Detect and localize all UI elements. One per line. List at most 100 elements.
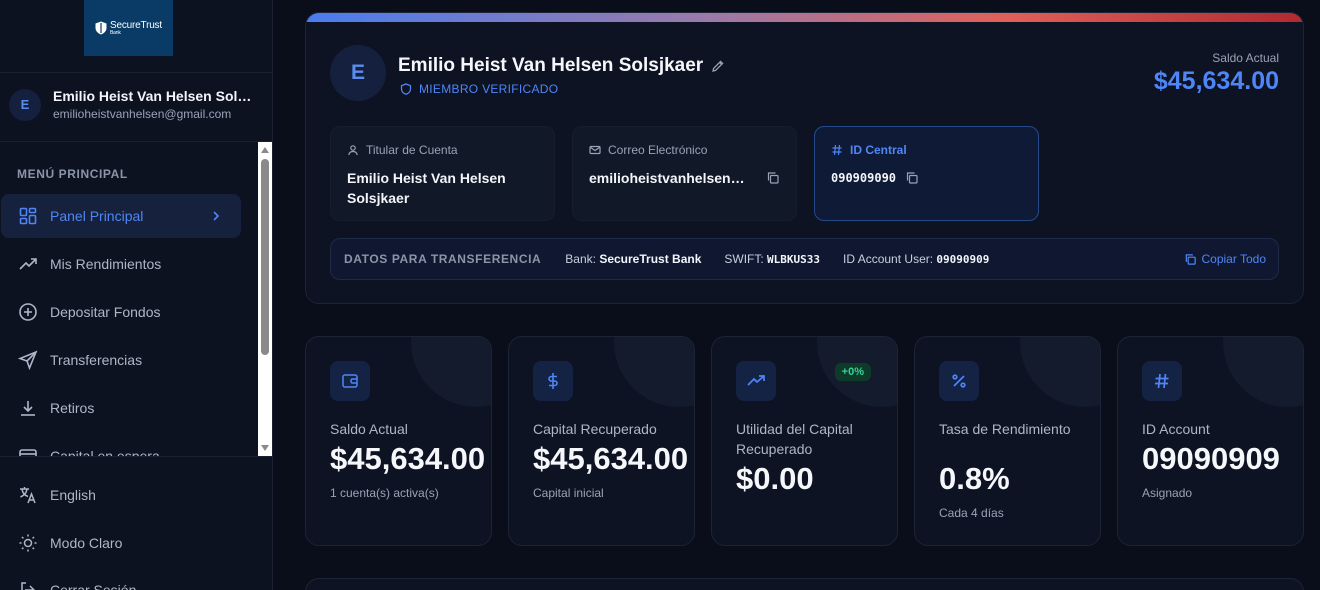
logout-icon [21,582,36,590]
info-label: Titular de Cuenta [347,143,538,157]
transfer-swift: SWIFT: WLBKUS33 [724,252,821,266]
stat-sub: 1 cuenta(s) activa(s) [330,486,439,500]
hash-icon [832,144,842,156]
stat-icon-box [1142,361,1182,401]
trending-up-icon [747,375,765,386]
email-value-row: emilioheistvanhelsen@gmail.com [589,168,780,188]
percent-icon [952,374,966,388]
translate-icon [20,487,36,504]
sidebar-user-name: Emilio Heist Van Helsen Solsjkaer [53,88,253,104]
stat-value: 09090909 [1142,441,1280,476]
dollar-icon [548,373,558,389]
sidebar-item-capital-en-espera[interactable]: Capital en espera [1,434,241,456]
account-holder-box: Titular de Cuenta Emilio Heist Van Helse… [330,126,555,221]
info-label: ID Central [831,143,1022,157]
menu-scrollbar[interactable] [258,142,272,456]
profile-name: Emilio Heist Van Helsen Solsjkaer [398,55,725,77]
edit-pencil-icon[interactable] [711,59,725,73]
stat-icon-box [736,361,776,401]
sidebar-item-label: Transferencias [50,352,143,368]
avatar: E [9,88,41,121]
next-section-card [305,578,1304,590]
stat-icon-box [533,361,573,401]
account-holder-value: Emilio Heist Van Helsen Solsjkaer [347,170,506,206]
stat-card-id-account: ID Account 09090909 Asignado [1117,336,1304,546]
profile-name-text: Emilio Heist Van Helsen Solsjkaer [398,55,704,76]
sidebar-item-depositar-fondos[interactable]: Depositar Fondos [1,290,241,334]
stat-icon-box [330,361,370,401]
stat-card-tasa-rendimiento: Tasa de Rendimiento 0.8% Cada 4 días [914,336,1101,546]
stat-label: Utilidad del Capital Recuperado [736,421,853,457]
central-id-value: 090909090 [831,171,897,185]
shield-logo-icon [95,21,107,35]
sidebar-item-label: Depositar Fondos [50,304,161,320]
scroll-up-icon[interactable] [261,147,269,153]
chevron-right-icon [213,211,220,221]
email-value: emilioheistvanhelsen@gmail.com [589,170,757,186]
plus-circle-icon [19,303,37,321]
gradient-accent-bar [306,13,1303,22]
sidebar-item-retiros[interactable]: Retiros [1,386,241,430]
send-icon [18,350,38,370]
transfer-account: ID Account User: 09090909 [843,252,990,266]
scroll-thumb[interactable] [261,159,269,355]
verified-label: MIEMBRO VERIFICADO [419,82,559,96]
stat-label: Saldo Actual [330,421,408,437]
menu-title: MENÚ PRINCIPAL [17,167,128,181]
language-button[interactable]: English [18,485,96,505]
transfer-data-bar: DATOS PARA TRANSFERENCIA Bank: SecureTru… [330,238,1279,280]
divider [0,72,272,73]
brand-logo[interactable]: SecureTrust Bank [84,0,173,56]
user-icon [348,145,358,156]
trending-up-icon [19,258,37,270]
stat-sub: Capital inicial [533,486,604,500]
email-box: Correo Electrónico emilioheistvanhelsen@… [572,126,797,221]
decorative-circle [1223,337,1303,407]
copy-icon[interactable] [905,171,919,185]
stat-value: $0.00 [736,461,814,496]
sidebar-item-label: Retiros [50,400,95,416]
download-icon [21,401,35,416]
avatar: E [330,45,386,101]
divider [0,456,272,457]
brand-name: SecureTrust Bank [110,19,162,36]
balance-label: Saldo Actual [1212,51,1279,65]
stat-card-saldo-actual: Saldo Actual $45,634.00 1 cuenta(s) acti… [305,336,492,546]
sidebar-item-label: Mis Rendimientos [50,256,162,272]
logout-button[interactable]: Cerrar Sesión [18,580,136,590]
stat-card-capital-recuperado: Capital Recuperado $45,634.00 Capital in… [508,336,695,546]
stat-value: 0.8% [939,461,1010,496]
sidebar-item-label: Panel Principal [50,208,144,224]
stat-value: $45,634.00 [533,441,689,476]
sidebar-item-transferencias[interactable]: Transferencias [1,338,241,382]
central-id-value-row: 090909090 [831,168,1022,188]
growth-badge: +0% [834,363,871,381]
theme-label: Modo Claro [50,535,123,551]
verified-badge: MIEMBRO VERIFICADO [400,82,558,96]
stat-sub: Asignado [1142,486,1193,500]
mail-icon [589,145,601,155]
wallet-icon [342,374,358,388]
central-id-box: ID Central 090909090 [814,126,1039,221]
dashboard-icon [19,207,37,225]
hash-icon [1155,373,1169,389]
card-icon [19,449,37,456]
main-menu: MENÚ PRINCIPAL Panel Principal Mis Rendi… [0,142,258,456]
language-label: English [50,487,96,503]
sidebar-user[interactable]: E Emilio Heist Van Helsen Solsjkaer emil… [9,88,253,121]
logout-label: Cerrar Sesión [50,582,137,590]
profile-card: E Emilio Heist Van Helsen Solsjkaer MIEM… [305,12,1304,304]
sidebar-item-panel-principal[interactable]: Panel Principal [1,194,241,238]
stat-icon-box [939,361,979,401]
copy-icon[interactable] [766,171,780,185]
transfer-bank: Bank: SecureTrust Bank [565,252,702,266]
decorative-circle [1020,337,1100,407]
scroll-down-icon[interactable] [261,445,269,451]
copy-all-button[interactable]: Copiar Todo [1184,252,1266,266]
shield-icon [400,83,412,95]
sidebar-item-mis-rendimientos[interactable]: Mis Rendimientos [1,242,241,286]
theme-toggle-button[interactable]: Modo Claro [18,533,122,553]
sun-icon [19,534,37,552]
sidebar: SecureTrust Bank E Emilio Heist Van Helse… [0,0,273,590]
stat-label: Capital Recuperado [533,421,657,437]
